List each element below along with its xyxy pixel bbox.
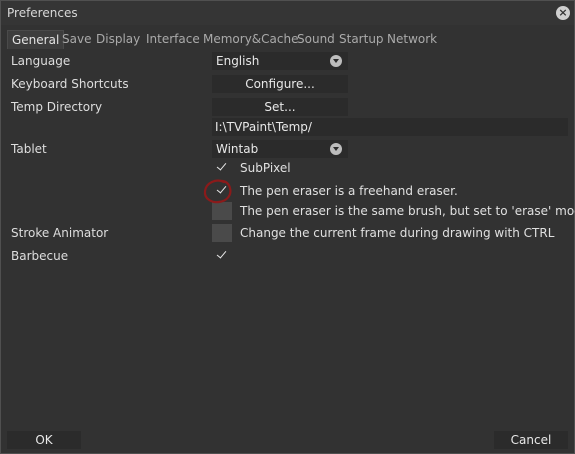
tab-save[interactable]: Save: [62, 30, 91, 48]
title-bar: Preferences ×: [1, 1, 574, 25]
checkmark-icon: [216, 160, 227, 171]
stroke-animator-label: Stroke Animator: [11, 226, 109, 240]
language-value: English: [216, 54, 260, 68]
tab-sound[interactable]: Sound: [297, 30, 335, 48]
stroke-animator-checkbox[interactable]: [212, 224, 232, 242]
preferences-window: Preferences × General Save Display Inter…: [0, 0, 575, 454]
stroke-animator-option-label: Change the current frame during drawing …: [240, 226, 555, 240]
checkmark-icon: [216, 248, 227, 259]
ok-button[interactable]: OK: [7, 431, 81, 449]
set-temp-button[interactable]: Set...: [212, 98, 348, 116]
tab-network[interactable]: Network: [387, 30, 437, 48]
erase-mode-checkbox[interactable]: [212, 202, 232, 220]
barbecue-checkbox[interactable]: [212, 247, 232, 265]
tablet-value: Wintab: [216, 142, 259, 156]
tab-startup[interactable]: Startup: [339, 30, 384, 48]
tab-general[interactable]: General: [7, 30, 65, 49]
close-icon[interactable]: ×: [556, 6, 570, 20]
window-title: Preferences: [7, 6, 78, 20]
tablet-select[interactable]: Wintab: [212, 140, 348, 158]
tab-memory-cache[interactable]: Memory&Cache: [203, 30, 298, 48]
chevron-down-icon: [330, 143, 342, 155]
tablet-label: Tablet: [11, 142, 47, 156]
freehand-eraser-label: The pen eraser is a freehand eraser.: [240, 184, 458, 198]
subpixel-checkbox[interactable]: [212, 159, 232, 177]
configure-button[interactable]: Configure...: [212, 75, 348, 93]
erase-mode-label: The pen eraser is the same brush, but se…: [240, 204, 575, 218]
temp-path-field[interactable]: I:\TVPaint\Temp/: [212, 118, 568, 136]
chevron-down-icon: [330, 55, 342, 67]
tab-interface[interactable]: Interface: [146, 30, 200, 48]
tab-display[interactable]: Display: [96, 30, 140, 48]
checkmark-icon: [216, 183, 227, 194]
keyboard-shortcuts-label: Keyboard Shortcuts: [11, 77, 129, 91]
language-select[interactable]: English: [212, 52, 348, 70]
cancel-button[interactable]: Cancel: [494, 431, 568, 449]
language-label: Language: [11, 54, 71, 68]
freehand-eraser-checkbox[interactable]: [212, 182, 232, 200]
temp-directory-label: Temp Directory: [11, 100, 103, 114]
barbecue-label: Barbecue: [11, 249, 69, 263]
subpixel-label: SubPixel: [240, 161, 291, 175]
